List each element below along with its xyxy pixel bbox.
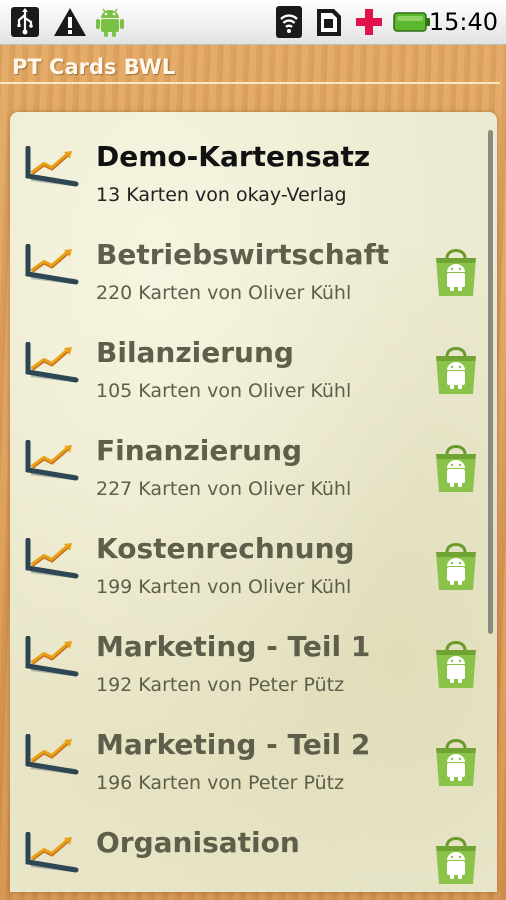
market-bag-icon[interactable]: [432, 540, 480, 592]
sim-icon: [312, 5, 346, 39]
title-divider: [0, 82, 500, 84]
card-set-title: Marketing - Teil 2: [96, 728, 371, 761]
android-icon: [92, 5, 128, 39]
chart-icon: [24, 341, 80, 388]
scrollbar[interactable]: [488, 130, 493, 634]
card-set-subtitle: 13 Karten von okay-Verlag: [96, 184, 347, 206]
status-clock: 15:40: [428, 8, 498, 36]
chart-icon: [24, 243, 80, 290]
card-set-subtitle: 220 Karten von Oliver Kühl: [96, 282, 352, 304]
list-item[interactable]: Marketing - Teil 1 192 Karten von Peter P…: [10, 602, 497, 700]
list-item[interactable]: Betriebswirtschaft 220 Karten von Oliver …: [10, 210, 497, 308]
list-item[interactable]: Organisation: [10, 798, 497, 892]
list-item[interactable]: Demo-Kartensatz 13 Karten von okay-Verlag: [10, 112, 497, 210]
status-bar: 15:40: [0, 0, 506, 45]
list-item[interactable]: Bilanzierung 105 Karten von Oliver Kühl: [10, 308, 497, 406]
chart-icon: [24, 733, 80, 780]
battery-icon: [392, 5, 432, 39]
market-bag-icon[interactable]: [432, 246, 480, 298]
market-bag-icon[interactable]: [432, 736, 480, 788]
card-set-title: Bilanzierung: [96, 336, 294, 369]
card-set-title: Finanzierung: [96, 434, 303, 467]
card-set-subtitle: 227 Karten von Oliver Kühl: [96, 478, 352, 500]
list-item[interactable]: Kostenrechnung 199 Karten von Oliver Kühl: [10, 504, 497, 602]
usb-icon: [8, 5, 42, 39]
card-set-title: Organisation: [96, 826, 300, 859]
chart-icon: [24, 439, 80, 486]
market-bag-icon[interactable]: [432, 638, 480, 690]
chart-icon: [24, 831, 80, 878]
wifi-icon: [272, 5, 306, 39]
list-item[interactable]: Finanzierung 227 Karten von Oliver Kühl: [10, 406, 497, 504]
card-set-title: Demo-Kartensatz: [96, 140, 371, 173]
market-bag-icon[interactable]: [432, 834, 480, 886]
list-item[interactable]: Marketing - Teil 2 196 Karten von Peter P…: [10, 700, 497, 798]
card-set-subtitle: 196 Karten von Peter Pütz: [96, 772, 345, 794]
chart-icon: [24, 145, 80, 192]
card-set-title: Betriebswirtschaft: [96, 238, 390, 271]
chart-icon: [24, 537, 80, 584]
card-set-title: Kostenrechnung: [96, 532, 355, 565]
warning-icon: [52, 5, 88, 39]
card-set-subtitle: 192 Karten von Peter Pütz: [96, 674, 345, 696]
market-bag-icon[interactable]: [432, 442, 480, 494]
market-bag-icon[interactable]: [432, 344, 480, 396]
card-set-subtitle: 199 Karten von Oliver Kühl: [96, 576, 352, 598]
chart-icon: [24, 635, 80, 682]
card-set-list[interactable]: Demo-Kartensatz 13 Karten von okay-Verlag…: [10, 112, 497, 892]
medical-cross-icon: [352, 5, 386, 39]
card-set-subtitle: 105 Karten von Oliver Kühl: [96, 380, 352, 402]
card-set-title: Marketing - Teil 1: [96, 630, 371, 663]
